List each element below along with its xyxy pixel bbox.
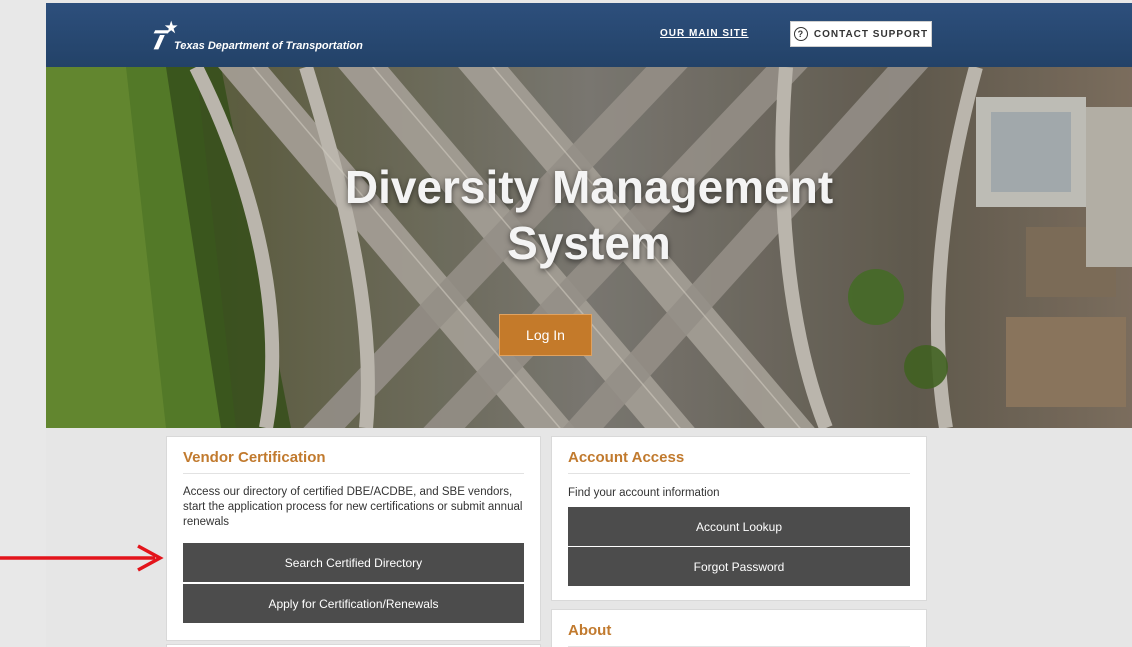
vendor-certification-description: Access our directory of certified DBE/AC… [183,486,523,528]
hero-title-line2: System [507,217,671,269]
search-certified-directory-button[interactable]: Search Certified Directory [183,543,524,582]
login-button[interactable]: Log In [499,314,592,356]
hero-banner: Diversity Management System Log In [46,67,1132,428]
divider [183,473,524,474]
about-title: About [568,622,612,639]
vendor-certification-title: Vendor Certification [183,449,326,466]
account-lookup-button[interactable]: Account Lookup [568,507,910,546]
org-name: Texas Department of Transportation [174,40,363,52]
hero-title: Diversity Management System [46,159,1132,271]
account-access-description: Find your account information [568,487,720,499]
red-arrow-icon [0,544,164,572]
hero-title-line1: Diversity Management [344,161,834,213]
help-circle-icon: ? [793,27,808,41]
top-header: Texas Department of Transportation OUR M… [46,3,1132,67]
contact-support-label: CONTACT SUPPORT [813,28,929,40]
contact-support-button[interactable]: ? CONTACT SUPPORT [790,21,932,47]
divider [568,473,910,474]
page-frame: Texas Department of Transportation OUR M… [46,3,1132,647]
account-access-card: Account Access Find your account informa… [551,436,927,601]
apply-for-certification-button[interactable]: Apply for Certification/Renewals [183,584,524,623]
account-access-title: Account Access [568,449,685,466]
forgot-password-button[interactable]: Forgot Password [568,547,910,586]
about-card: About [551,609,927,647]
vendor-certification-card: Vendor Certification Access our director… [166,436,541,641]
main-site-link[interactable]: OUR MAIN SITE [660,28,749,39]
